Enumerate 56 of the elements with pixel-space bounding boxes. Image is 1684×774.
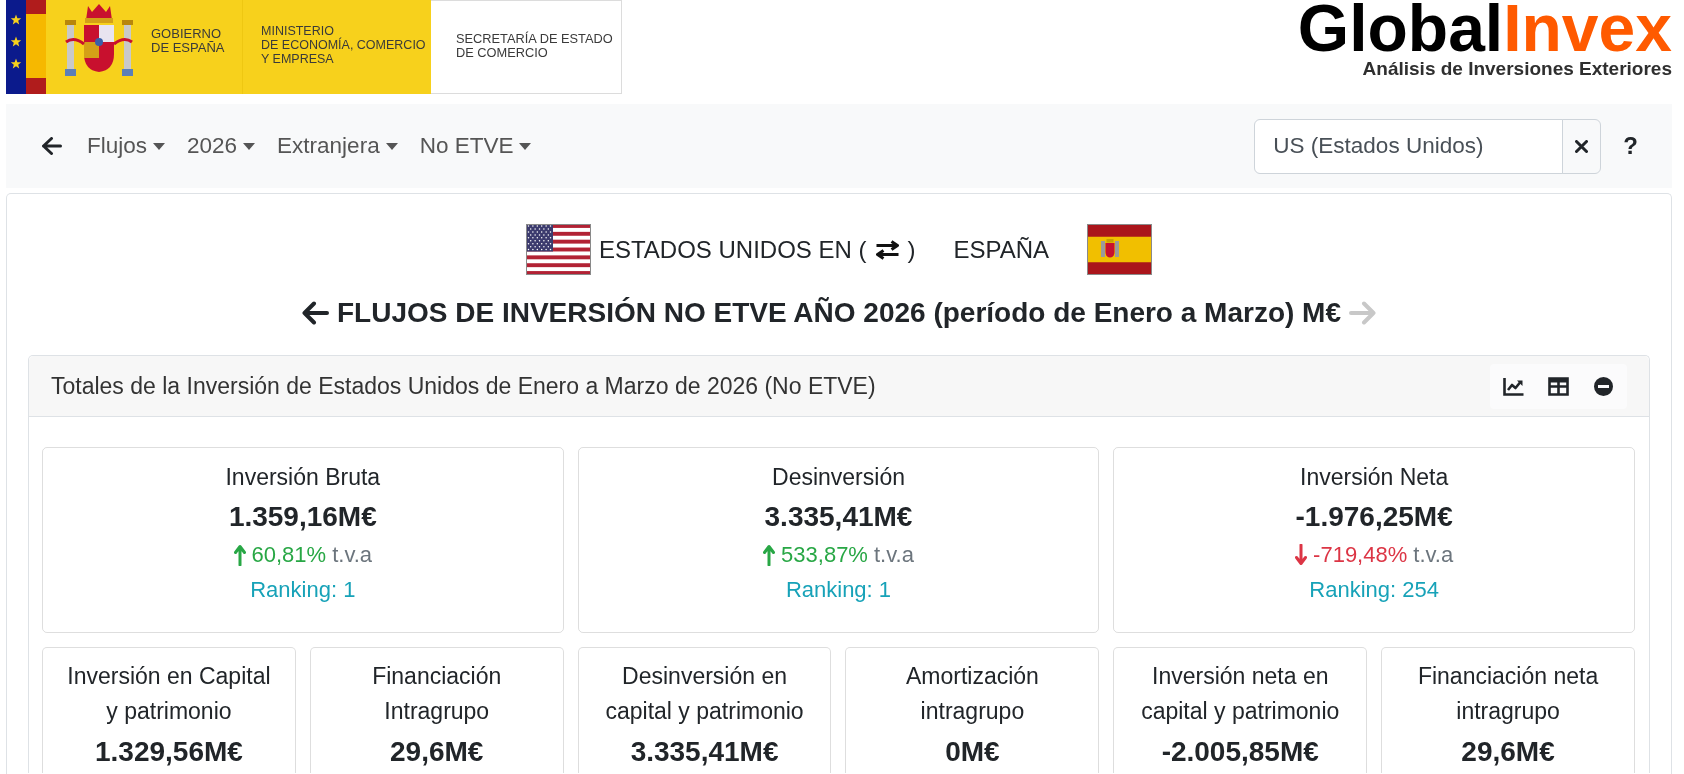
- ranking-label: Ranking: 1: [784, 576, 893, 604]
- change-percent: 60,81%: [251, 541, 327, 569]
- table-icon[interactable]: [1548, 376, 1569, 396]
- change-percent: 533,87%: [781, 541, 868, 569]
- previous-arrow-icon[interactable]: [301, 301, 329, 325]
- swap-icon[interactable]: [874, 239, 900, 260]
- ranking-label: Ranking: 254: [1308, 576, 1440, 604]
- close-icon: [1575, 139, 1589, 153]
- change-unit: t.v.a: [332, 541, 373, 569]
- help-link[interactable]: ?: [1623, 134, 1638, 158]
- back-arrow-icon[interactable]: [42, 137, 62, 155]
- menu-dropdown[interactable]: Flujos: [76, 129, 177, 163]
- caret-icon: [519, 142, 532, 150]
- stat-title: Financiación Intragrupo: [371, 662, 503, 726]
- menu-dropdown[interactable]: No ETVE: [408, 129, 543, 163]
- menu-dropdown[interactable]: 2026: [176, 129, 267, 163]
- stat-value: 3.335,41M€: [629, 735, 780, 769]
- ministry-name: MINISTERIO DE ECONOMÍA, COMERCIO Y EMPRESA: [261, 24, 427, 66]
- change-percent: -719,48%: [1313, 541, 1408, 569]
- government-name: GOBIERNO DE ESPAÑA: [151, 27, 225, 55]
- stat-value: -2.005,85M€: [1160, 735, 1320, 769]
- line-chart-icon[interactable]: [1503, 376, 1524, 396]
- stat-value: 0M€: [944, 735, 1001, 769]
- search-field[interactable]: US (Estados Unidos): [1254, 118, 1564, 174]
- stat-value: -1.976,25M€: [1294, 500, 1454, 534]
- stat-title: Financiación neta intragrupo: [1416, 662, 1600, 726]
- destination-country: ESPAÑA: [953, 234, 1050, 265]
- stat-value: 1.359,16M€: [227, 500, 378, 534]
- flag-icon: [525, 224, 591, 275]
- brand-logo: GlobalInvex: [1297, 0, 1672, 61]
- closing-parenthesis: ): [907, 234, 916, 265]
- ranking-label: Ranking: 1: [249, 576, 357, 604]
- origin-country: ESTADOS UNIDOS EN (: [598, 234, 867, 265]
- change-unit: t.v.a: [1413, 541, 1454, 569]
- page-title: FLUJOS DE INVERSIÓN NO ETVE AÑO 2026 (período de Enero a Marzo) M€: [336, 296, 1341, 330]
- stat-value: 1.329,56M€: [93, 735, 244, 769]
- stat-title: Inversión en Capital y patrimonio: [66, 662, 272, 726]
- caret-icon: [385, 142, 398, 150]
- menu-dropdown[interactable]: Extranjera: [266, 129, 409, 163]
- panel-title: Totales de la Inversión de Estados Unidos de Enero a Marzo de 2026 (No ETVE): [51, 371, 876, 401]
- change-unit: t.v.a: [873, 541, 914, 569]
- secretariat-name: SECRETARÍA DE ESTADO DE COMERCIO: [456, 32, 614, 60]
- stat-title: Desinversión en capital y patrimonio: [604, 662, 805, 726]
- clear-button[interactable]: [1562, 118, 1602, 174]
- stat-title: Desinversión: [771, 463, 906, 492]
- stat-title: Amortización intragrupo: [904, 662, 1040, 726]
- stat-value: 29,6M€: [1460, 735, 1556, 769]
- flag-icon: [1087, 224, 1153, 275]
- stat-value: 3.335,41M€: [763, 500, 914, 534]
- stat-title: Inversión Bruta: [224, 463, 382, 492]
- caret-icon: [243, 142, 256, 150]
- caret-icon: [153, 142, 166, 150]
- stat-title: Inversión Neta: [1299, 463, 1450, 492]
- stat-value: 29,6M€: [389, 735, 485, 769]
- brand-tagline: Análisis de Inversiones Exteriores: [1362, 58, 1672, 81]
- stat-title: Inversión neta en capital y patrimonio: [1140, 662, 1341, 726]
